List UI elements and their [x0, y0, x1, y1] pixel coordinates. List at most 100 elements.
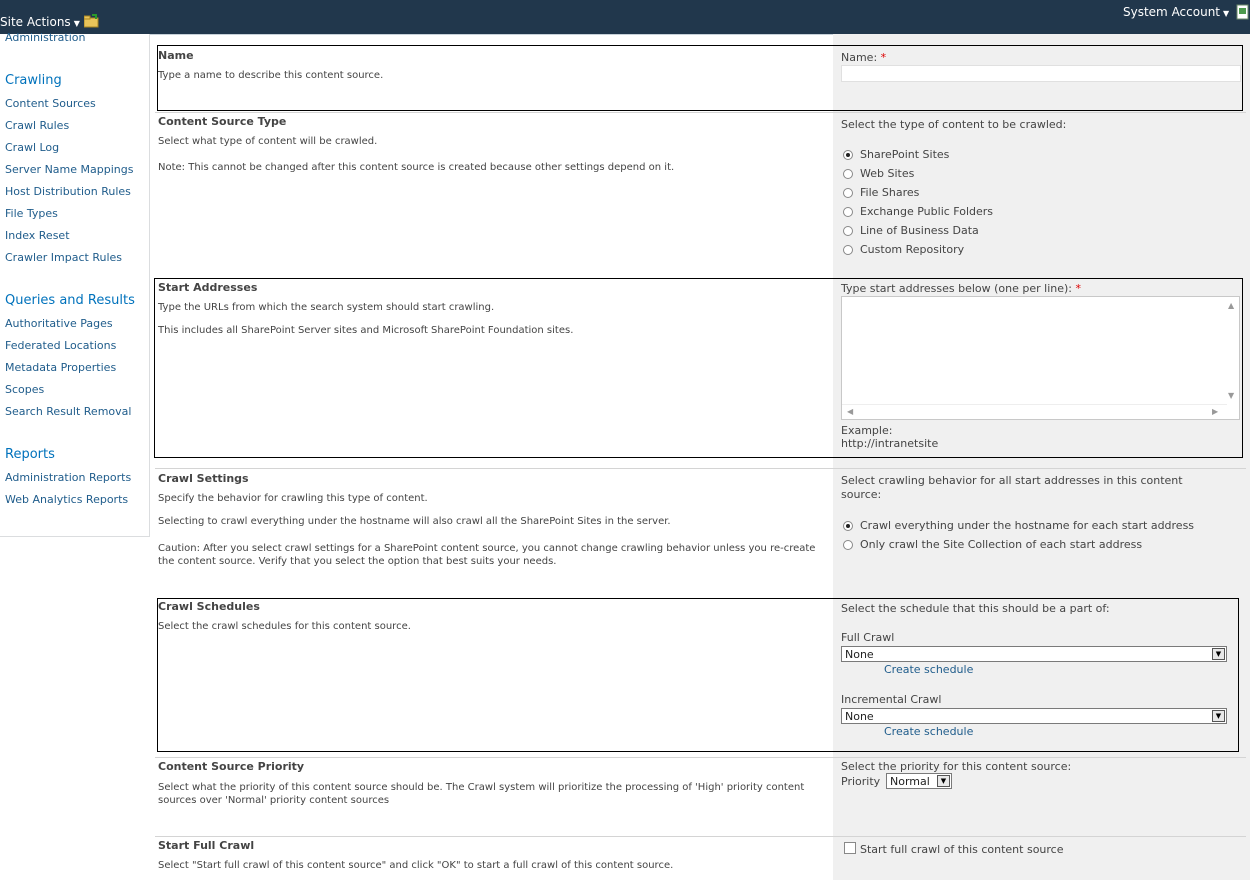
radio-button-selected[interactable] [843, 521, 853, 531]
radio-label: Crawl everything under the hostname for … [860, 519, 1195, 532]
priority-label: Priority [841, 775, 881, 788]
dropdown-arrow-icon[interactable]: ▼ [937, 775, 950, 787]
priority-section-title: Content Source Priority [158, 760, 305, 773]
incremental-crawl-label: Incremental Crawl [841, 693, 942, 706]
nav-heading-reports[interactable]: Reports [5, 447, 55, 462]
radio-label: Custom Repository [860, 243, 965, 256]
radio-button-selected[interactable] [843, 150, 853, 160]
start-addresses-prompt: Type start addresses below (one per line… [841, 282, 1081, 295]
nav-item-file-types[interactable]: File Types [5, 207, 58, 220]
user-name: System Account [1123, 5, 1221, 19]
vertical-scrollbar[interactable]: ▲ ▼ [1225, 297, 1239, 405]
full-crawl-selected-value: None [845, 648, 874, 661]
name-section-title: Name [158, 49, 194, 62]
start-addresses-note: This includes all SharePoint Server site… [158, 325, 574, 336]
nav-item-server-name-mappings[interactable]: Server Name Mappings [5, 163, 133, 176]
priority-select[interactable]: Normal ▼ [886, 773, 952, 789]
navigate-up-folder-icon[interactable] [84, 14, 99, 28]
nav-heading-queries-and-results[interactable]: Queries and Results [5, 293, 135, 308]
horizontal-scrollbar[interactable]: ◀ ▶ [842, 404, 1227, 419]
nav-item-crawl-rules[interactable]: Crawl Rules [5, 119, 69, 132]
full-crawl-create-schedule-link[interactable]: Create schedule [884, 663, 973, 676]
crawl-schedules-description: Select the crawl schedules for this cont… [158, 621, 411, 632]
section-divider [155, 468, 1246, 469]
name-section-description: Type a name to describe this content sou… [158, 70, 384, 81]
chevron-down-icon: ▼ [73, 19, 80, 28]
nav-item-host-distribution-rules[interactable]: Host Distribution Rules [5, 185, 131, 198]
radio-label: Only crawl the Site Collection of each s… [860, 538, 1143, 551]
radio-label: File Shares [860, 186, 920, 199]
user-menu[interactable]: System Account ▼ [1123, 5, 1229, 19]
section-divider [155, 112, 1246, 113]
start-full-crawl-checkbox[interactable] [844, 842, 856, 854]
crawl-settings-prompt: Select crawling behavior for all start a… [841, 474, 1183, 501]
content-type-note: Note: This cannot be changed after this … [158, 162, 675, 173]
nav-heading-crawling[interactable]: Crawling [5, 73, 62, 88]
name-field-label-text: Name: [841, 51, 878, 64]
name-field-label: Name: * [841, 51, 886, 64]
nav-item-scopes[interactable]: Scopes [5, 383, 44, 396]
dropdown-arrow-icon[interactable]: ▼ [1212, 648, 1225, 660]
site-actions-label: Site Actions [0, 15, 71, 29]
crawl-settings-section-title: Crawl Settings [158, 472, 249, 485]
nav-item-administration-reports[interactable]: Administration Reports [5, 471, 131, 484]
full-crawl-label: Full Crawl [841, 631, 895, 644]
user-page-icon[interactable] [1236, 4, 1250, 20]
nav-item-metadata-properties[interactable]: Metadata Properties [5, 361, 116, 374]
radio-button[interactable] [843, 540, 853, 550]
crawl-settings-caution: Caution: After you select crawl settings… [158, 543, 816, 567]
content-type-description: Select what type of content will be craw… [158, 136, 378, 147]
name-input[interactable] [841, 65, 1241, 82]
radio-button[interactable] [843, 226, 853, 236]
nav-item-crawl-log[interactable]: Crawl Log [5, 141, 59, 154]
crawl-settings-description: Specify the behavior for crawling this t… [158, 493, 428, 504]
crawl-schedules-prompt: Select the schedule that this should be … [841, 602, 1110, 615]
start-addresses-prompt-text: Type start addresses below (one per line… [841, 282, 1072, 295]
start-addresses-textarea[interactable]: ▲ ▼ ◀ ▶ [841, 296, 1240, 420]
scroll-right-icon[interactable]: ▶ [1212, 407, 1218, 416]
scroll-up-icon[interactable]: ▲ [1228, 301, 1234, 310]
full-crawl-schedule-select[interactable]: None ▼ [841, 646, 1227, 662]
nav-item-search-result-removal[interactable]: Search Result Removal [5, 405, 131, 418]
required-marker: * [880, 51, 887, 64]
crawl-schedules-section-title: Crawl Schedules [158, 600, 260, 613]
section-divider [155, 757, 1246, 758]
radio-button[interactable] [843, 169, 853, 179]
priority-selected-value: Normal [890, 775, 930, 788]
radio-button[interactable] [843, 245, 853, 255]
nav-item-index-reset[interactable]: Index Reset [5, 229, 70, 242]
example-url: http://intranetsite [841, 437, 939, 450]
start-full-crawl-checkbox-label: Start full crawl of this content source [860, 843, 1064, 856]
content-type-section-title: Content Source Type [158, 115, 287, 128]
nav-item-administration[interactable]: Administration [5, 31, 86, 44]
radio-label: Web Sites [860, 167, 915, 180]
incremental-crawl-schedule-select[interactable]: None ▼ [841, 708, 1227, 724]
nav-item-crawler-impact-rules[interactable]: Crawler Impact Rules [5, 251, 122, 264]
start-addresses-description: Type the URLs from which the search syst… [158, 302, 495, 313]
nav-item-federated-locations[interactable]: Federated Locations [5, 339, 116, 352]
priority-prompt: Select the priority for this content sou… [841, 760, 1072, 773]
radio-button[interactable] [843, 207, 853, 217]
start-addresses-section-title: Start Addresses [158, 281, 258, 294]
incremental-crawl-create-schedule-link[interactable]: Create schedule [884, 725, 973, 738]
radio-button[interactable] [843, 188, 853, 198]
radio-label: Exchange Public Folders [860, 205, 994, 218]
priority-description: Select what the priority of this content… [158, 782, 805, 806]
chevron-down-icon: ▼ [1223, 9, 1230, 18]
example-label: Example: [841, 424, 893, 437]
scroll-down-icon[interactable]: ▼ [1228, 391, 1234, 400]
section-divider [155, 836, 1246, 837]
scroll-left-icon[interactable]: ◀ [847, 407, 853, 416]
incremental-crawl-selected-value: None [845, 710, 874, 723]
crawl-settings-note: Selecting to crawl everything under the … [158, 516, 671, 527]
content-type-prompt: Select the type of content to be crawled… [841, 118, 1067, 131]
radio-label: SharePoint Sites [860, 148, 950, 161]
dropdown-arrow-icon[interactable]: ▼ [1212, 710, 1225, 722]
site-actions-menu[interactable]: Site Actions ▼ [0, 15, 80, 29]
start-full-crawl-description: Select "Start full crawl of this content… [158, 860, 674, 871]
top-ribbon-bar: Site Actions ▼ System Account ▼ [0, 0, 1250, 35]
nav-item-authoritative-pages[interactable]: Authoritative Pages [5, 317, 113, 330]
nav-item-web-analytics-reports[interactable]: Web Analytics Reports [5, 493, 128, 506]
nav-item-content-sources[interactable]: Content Sources [5, 97, 96, 110]
radio-label: Line of Business Data [860, 224, 979, 237]
